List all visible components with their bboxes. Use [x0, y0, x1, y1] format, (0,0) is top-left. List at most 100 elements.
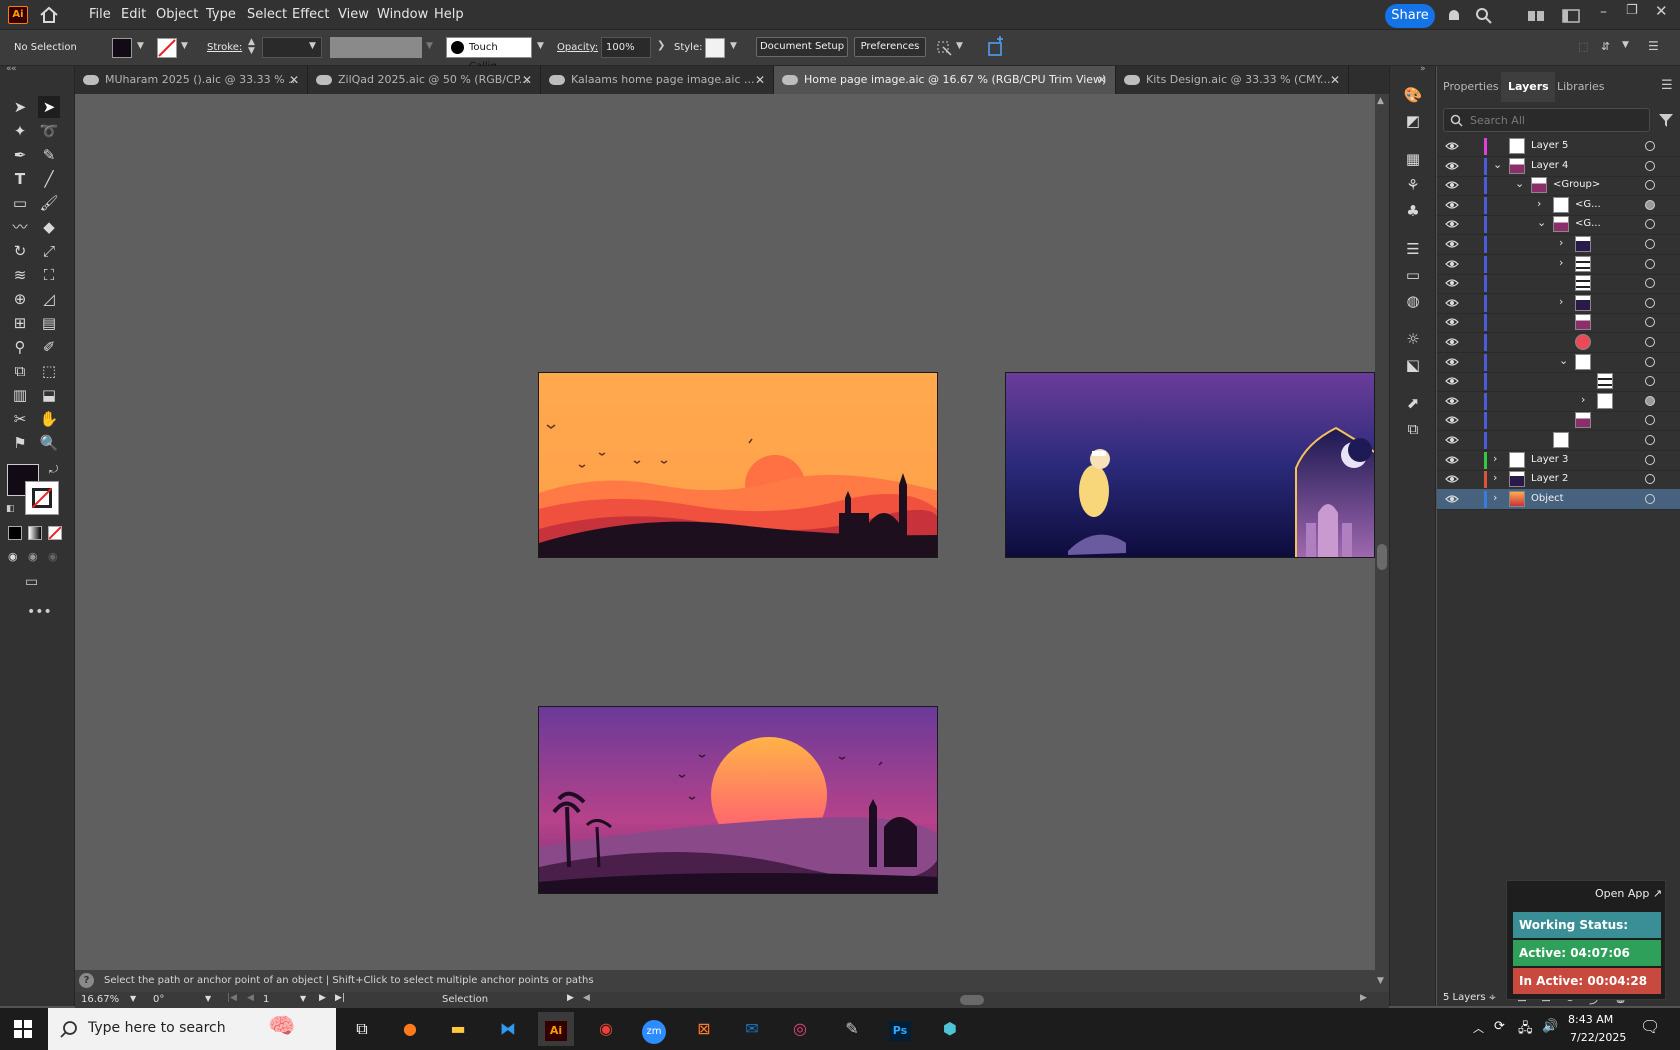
- pen-app-icon[interactable]: ✎: [834, 1012, 870, 1046]
- slice-tool-icon[interactable]: ✂: [9, 408, 31, 430]
- layers-search-field[interactable]: Search All: [1443, 108, 1650, 132]
- close-window-icon[interactable]: ✕: [1655, 2, 1668, 20]
- menu-window[interactable]: Window: [377, 7, 428, 22]
- draw-inside-icon[interactable]: ◉: [48, 550, 58, 563]
- layer-row[interactable]: ⌄ Layer 4: [1437, 156, 1680, 177]
- collapse-chevron-icon[interactable]: ⌄: [1515, 177, 1524, 190]
- artboard-dropdown-icon[interactable]: ▼: [300, 994, 306, 1003]
- layer-row[interactable]: ⌄ <Group>: [1437, 175, 1680, 197]
- layer-name[interactable]: Layer 5: [1531, 140, 1568, 151]
- hand-tool-icon[interactable]: ✋: [38, 408, 60, 430]
- next-artboard-icon[interactable]: ▶: [319, 993, 326, 1003]
- eyedropper-tool-icon[interactable]: ⚲: [9, 336, 31, 358]
- layer-name[interactable]: Layer 4: [1531, 160, 1568, 171]
- target-circle-icon[interactable]: [1645, 317, 1655, 328]
- visibility-eye-icon[interactable]: [1445, 435, 1459, 445]
- expand-chevron-icon[interactable]: ›: [1581, 393, 1585, 406]
- filter-icon[interactable]: [1658, 112, 1674, 128]
- update-status-icon[interactable]: ⟳: [1494, 1019, 1505, 1034]
- stroke-weight-stepper-icon[interactable]: ▲ ▼: [248, 38, 255, 56]
- target-circle-icon[interactable]: [1645, 297, 1655, 308]
- restore-icon[interactable]: ❐: [1626, 3, 1638, 18]
- task-view-icon[interactable]: ⧉: [344, 1012, 380, 1046]
- expand-panels-icon[interactable]: »: [1420, 64, 1426, 74]
- curvature-tool-icon[interactable]: ✎: [38, 144, 60, 166]
- home-icon[interactable]: [38, 4, 60, 26]
- visibility-eye-icon[interactable]: [1445, 376, 1459, 386]
- layer-row[interactable]: › Object: [1437, 488, 1680, 510]
- close-tab-icon[interactable]: ✕: [1097, 66, 1107, 94]
- expand-chevron-icon[interactable]: ›: [1493, 471, 1497, 484]
- artboard-tool-icon[interactable]: ⬓: [38, 384, 60, 406]
- layer-name[interactable]: Layer 2: [1531, 473, 1568, 484]
- graphic-styles-icon[interactable]: ⬕: [1402, 354, 1424, 376]
- paintbrush-tool-icon[interactable]: 🖌: [38, 192, 60, 214]
- notifications-icon[interactable]: 🗨: [1640, 1017, 1660, 1036]
- measure-tool-icon[interactable]: ✐: [38, 336, 60, 358]
- opacity-label[interactable]: Opacity:: [557, 42, 598, 53]
- visibility-eye-icon[interactable]: [1445, 180, 1459, 190]
- style-dropdown-icon[interactable]: ▼: [730, 41, 737, 51]
- swap-colors-icon[interactable]: ⤾: [49, 463, 58, 477]
- brush-definition[interactable]: Touch Callig...: [446, 37, 532, 72]
- tab-properties[interactable]: Properties: [1443, 80, 1499, 93]
- target-circle-icon[interactable]: [1645, 356, 1655, 367]
- last-artboard-icon[interactable]: ▶|: [335, 993, 345, 1003]
- layer-row[interactable]: › <G...: [1437, 195, 1680, 216]
- gradient-panel-icon[interactable]: ▭: [1402, 264, 1424, 286]
- rotation-value[interactable]: 0°: [153, 994, 164, 1005]
- expand-chevron-icon[interactable]: ›: [1559, 295, 1563, 308]
- menu-effect[interactable]: Effect: [292, 7, 329, 22]
- align-dropdown-icon[interactable]: ▼: [1622, 40, 1629, 50]
- lasso-tool-icon[interactable]: ➰: [38, 120, 60, 142]
- menu-object[interactable]: Object: [156, 7, 198, 22]
- symbol-sprayer-tool-icon[interactable]: ⬚: [38, 360, 60, 382]
- visibility-eye-icon[interactable]: [1445, 259, 1459, 269]
- bell-icon[interactable]: [1444, 6, 1464, 26]
- print-tiling-tool-icon[interactable]: ⚑: [9, 432, 31, 454]
- visibility-eye-icon[interactable]: [1445, 357, 1459, 367]
- close-tab-icon[interactable]: ✕: [522, 66, 532, 94]
- screen-mode-icon[interactable]: ▭: [25, 574, 38, 590]
- first-artboard-icon[interactable]: |◀: [227, 993, 237, 1003]
- collapse-chevron-icon[interactable]: ⌄: [1559, 354, 1568, 367]
- default-colors-icon[interactable]: ◧: [6, 504, 15, 514]
- target-circle-icon[interactable]: [1645, 474, 1655, 485]
- visibility-eye-icon[interactable]: [1445, 278, 1459, 288]
- scale-tool-icon[interactable]: ⤢: [38, 240, 60, 262]
- vscode-icon[interactable]: ⧓: [490, 1012, 526, 1046]
- menu-select[interactable]: Select: [247, 7, 287, 22]
- canvas[interactable]: [75, 94, 1375, 970]
- stroke-dropdown-icon[interactable]: ▼: [181, 41, 188, 51]
- locate-object-icon[interactable]: ⌖: [1489, 990, 1496, 1005]
- target-circle-icon[interactable]: [1645, 454, 1655, 465]
- scroll-right-icon[interactable]: ▶: [1360, 993, 1367, 1003]
- visibility-eye-icon[interactable]: [1445, 239, 1459, 249]
- menu-type[interactable]: Type: [206, 7, 236, 22]
- free-transform-tool-icon[interactable]: ⛶: [38, 264, 60, 286]
- target-circle-icon[interactable]: [1645, 141, 1655, 151]
- chrome-icon[interactable]: ◉: [588, 1012, 624, 1046]
- fill-swatch[interactable]: [112, 38, 132, 58]
- windows-start-icon[interactable]: [14, 1020, 32, 1038]
- rotation-dropdown-icon[interactable]: ▼: [205, 994, 211, 1003]
- illustrator-taskbar-icon[interactable]: Ai: [538, 1012, 574, 1046]
- tab-zilqad-2025[interactable]: ZilQad 2025.aic @ 50 % (RGB/CP... ✕: [308, 66, 541, 94]
- type-tool-icon[interactable]: T: [9, 168, 31, 190]
- menu-help[interactable]: Help: [434, 7, 464, 22]
- expand-chevron-icon[interactable]: ›: [1559, 236, 1563, 249]
- previous-artboard-icon[interactable]: ◀: [247, 993, 254, 1003]
- visibility-eye-icon[interactable]: [1445, 474, 1459, 484]
- collapse-chevron-icon[interactable]: ⌄: [1537, 216, 1546, 229]
- collapse-chevron-icon[interactable]: ⌄: [1493, 158, 1502, 171]
- target-circle-icon[interactable]: [1645, 160, 1655, 171]
- artboard-orange-sunset[interactable]: [538, 372, 938, 558]
- layer-row[interactable]: [1437, 332, 1680, 353]
- target-circle-icon[interactable]: [1645, 376, 1655, 387]
- document-setup-button[interactable]: Document Setup: [756, 37, 848, 57]
- menu-file[interactable]: File: [89, 7, 111, 22]
- app-hexagon-icon[interactable]: ⬢: [932, 1012, 968, 1046]
- visibility-eye-icon[interactable]: [1445, 317, 1459, 327]
- taskbar-search-box[interactable]: Type here to search 🧠: [48, 1008, 336, 1050]
- layer-row[interactable]: [1437, 430, 1680, 451]
